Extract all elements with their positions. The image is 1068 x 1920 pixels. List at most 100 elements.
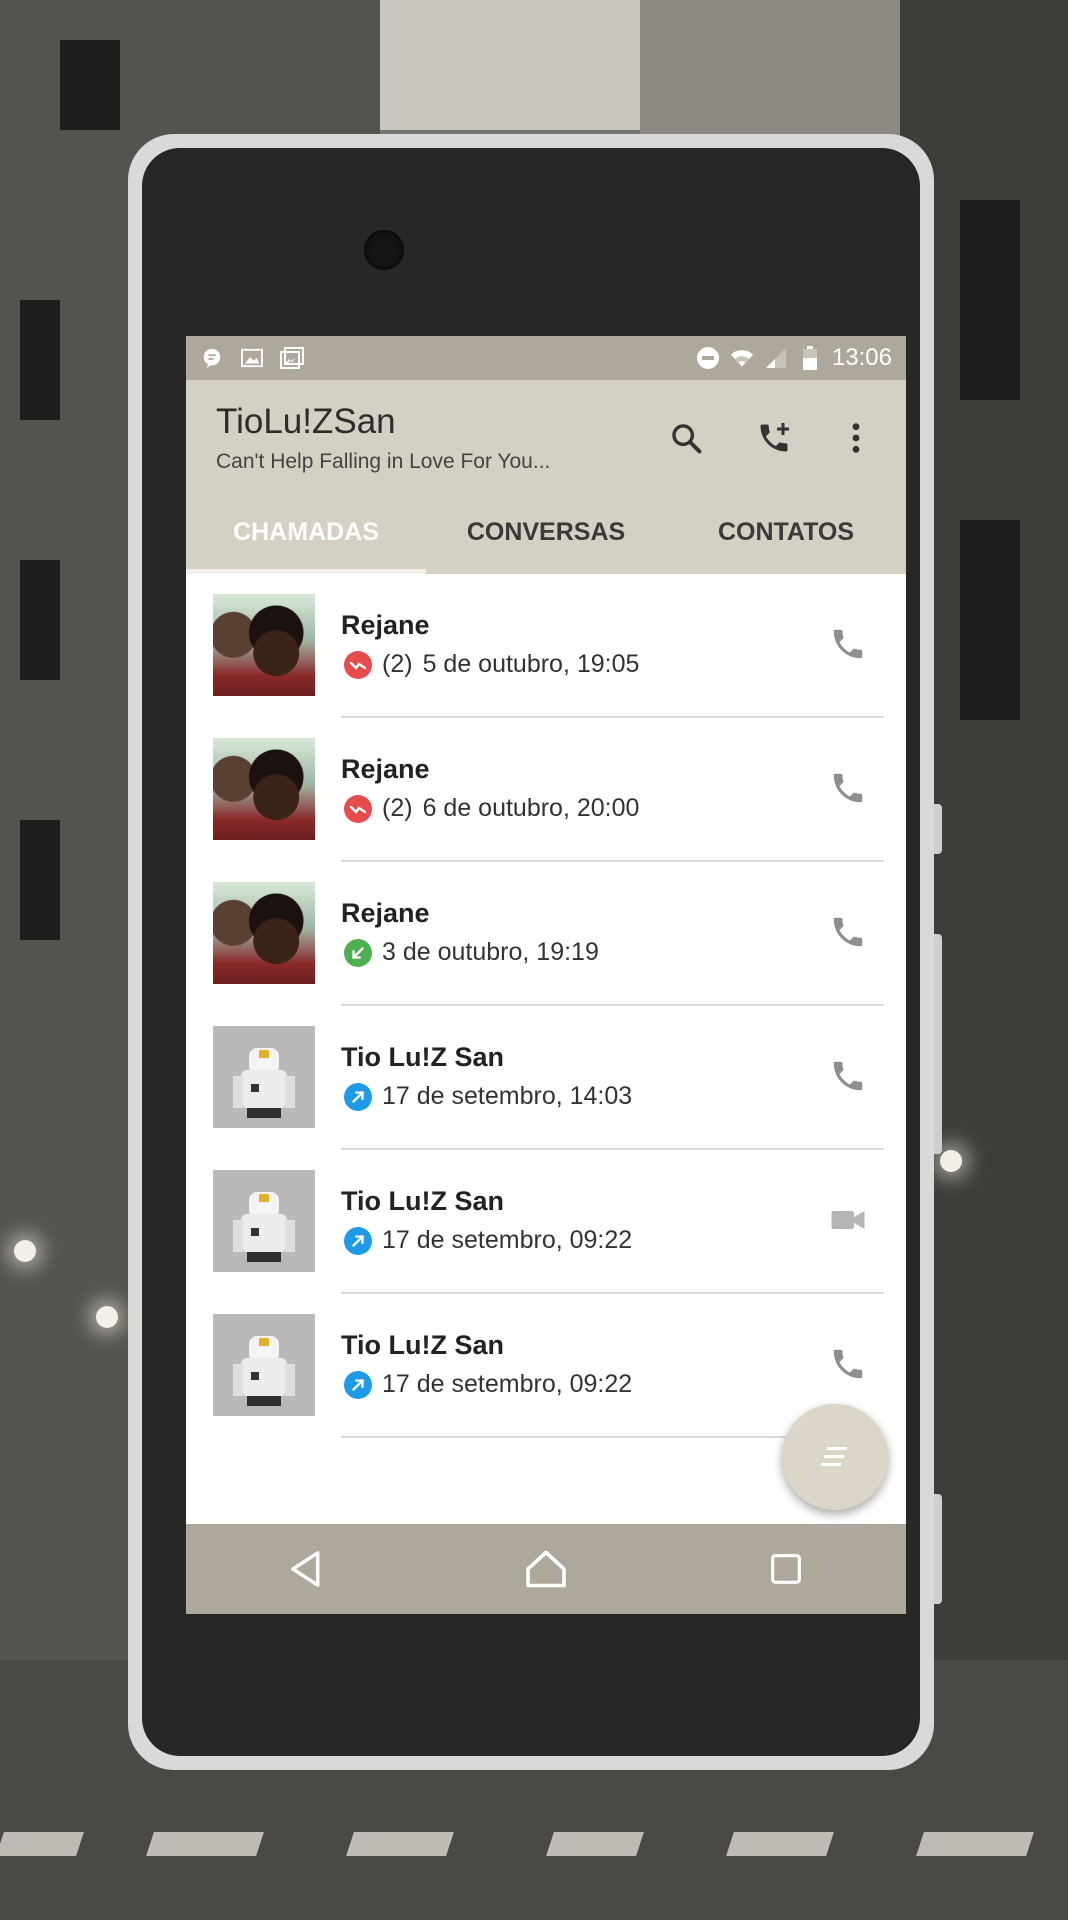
recents-button[interactable] xyxy=(746,1534,826,1604)
image-icon xyxy=(240,346,264,370)
front-camera xyxy=(364,230,404,270)
recents-icon xyxy=(771,1554,801,1584)
call-row[interactable]: Rejane (2) 6 de outubro, 20:00 xyxy=(186,718,906,862)
phone-frame: 13:06 TioLu!ZSan Can't Help Falling in L… xyxy=(128,134,942,1770)
tab-contatos[interactable]: CONTATOS xyxy=(666,490,906,574)
crosswalk-stripe xyxy=(0,1832,84,1856)
video-call-button[interactable] xyxy=(820,1192,876,1248)
dialpad-icon xyxy=(821,1447,847,1466)
avatar xyxy=(213,1314,315,1416)
call-meta: 17 de setembro, 14:03 xyxy=(344,1082,632,1111)
call-meta: 17 de setembro, 09:22 xyxy=(344,1226,632,1255)
call-back-button[interactable] xyxy=(820,1336,876,1392)
contact-name: Tio Lu!Z San xyxy=(341,1042,504,1072)
avatar xyxy=(213,738,315,840)
back-button[interactable] xyxy=(266,1534,346,1604)
add-call-icon xyxy=(760,423,789,452)
avatar-photo xyxy=(213,594,315,696)
navigation-bar xyxy=(186,1524,906,1614)
search-button[interactable] xyxy=(656,408,716,468)
missed-call-icon xyxy=(344,794,372,823)
back-icon xyxy=(291,1551,320,1587)
phone-icon xyxy=(833,773,863,803)
app-title: TioLu!ZSan xyxy=(216,402,396,441)
wifi-icon xyxy=(730,346,754,370)
street-light xyxy=(940,1150,962,1172)
add-call-button[interactable] xyxy=(744,408,804,468)
call-row[interactable]: Rejane 3 de outubro, 19:19 xyxy=(186,862,906,1006)
call-time: 5 de outubro, 19:05 xyxy=(422,650,640,678)
missed-call-icon xyxy=(344,650,372,679)
phone-icon xyxy=(833,1349,863,1379)
call-meta: 3 de outubro, 19:19 xyxy=(344,938,599,967)
avatar xyxy=(213,1170,315,1272)
phone-icon xyxy=(833,917,863,947)
call-row[interactable]: Tio Lu!Z San 17 de setembro, 09:22 xyxy=(186,1294,906,1438)
app-subtitle: Can't Help Falling in Love For You... xyxy=(216,450,551,473)
incoming-call-icon xyxy=(344,938,372,967)
avatar xyxy=(213,882,315,984)
camera-button xyxy=(934,1494,942,1604)
app-bar: TioLu!ZSan Can't Help Falling in Love Fo… xyxy=(186,380,906,574)
call-time: 6 de outubro, 20:00 xyxy=(422,794,640,822)
background-building-center xyxy=(640,0,900,140)
call-time: 17 de setembro, 09:22 xyxy=(382,1226,633,1254)
search-icon xyxy=(672,424,702,454)
call-row[interactable]: Tio Lu!Z San 17 de setembro, 09:22 xyxy=(186,1150,906,1294)
street-light xyxy=(14,1240,36,1262)
background-window xyxy=(20,560,60,680)
background-window xyxy=(960,520,1020,720)
home-icon xyxy=(526,1550,566,1588)
background-window xyxy=(20,300,60,420)
contact-name: Tio Lu!Z San xyxy=(341,1186,504,1216)
call-back-button[interactable] xyxy=(820,1048,876,1104)
call-back-button[interactable] xyxy=(820,904,876,960)
background-window xyxy=(60,40,120,130)
call-meta: (2) 5 de outubro, 19:05 xyxy=(344,650,639,679)
avatar xyxy=(213,594,315,696)
do-not-disturb-icon xyxy=(696,346,720,370)
videocam-icon xyxy=(831,1211,865,1229)
outgoing-call-icon xyxy=(344,1370,372,1399)
tab-bar: CHAMADAS CONVERSAS CONTATOS xyxy=(186,490,906,574)
call-back-button[interactable] xyxy=(820,760,876,816)
call-list: Rejane (2) 5 de outubro, 19:05 Rejane (2… xyxy=(186,574,906,1438)
contact-name: Rejane xyxy=(341,754,430,784)
status-time: 13:06 xyxy=(831,344,892,371)
chat-bubble-icon xyxy=(200,346,224,370)
call-row[interactable]: Rejane (2) 5 de outubro, 19:05 xyxy=(186,574,906,718)
more-vert-icon xyxy=(852,423,860,453)
tab-chamadas[interactable]: CHAMADAS xyxy=(186,490,426,574)
battery-icon xyxy=(798,346,822,370)
dialpad-fab[interactable] xyxy=(782,1404,888,1510)
crosswalk-stripe xyxy=(916,1832,1034,1856)
call-count: (2) xyxy=(382,794,413,822)
outgoing-call-icon xyxy=(344,1082,372,1111)
outgoing-call-icon xyxy=(344,1226,372,1255)
avatar-photo xyxy=(213,738,315,840)
signal-icon xyxy=(764,346,788,370)
crosswalk-stripe xyxy=(346,1832,454,1856)
call-row[interactable]: Tio Lu!Z San 17 de setembro, 14:03 xyxy=(186,1006,906,1150)
app-screen: 13:06 TioLu!ZSan Can't Help Falling in L… xyxy=(186,336,906,1614)
tab-conversas[interactable]: CONVERSAS xyxy=(426,490,666,574)
contact-name: Rejane xyxy=(341,898,430,928)
phone-icon xyxy=(833,1061,863,1091)
call-back-button[interactable] xyxy=(820,616,876,672)
call-count: (2) xyxy=(382,650,413,678)
volume-button xyxy=(934,804,942,854)
call-meta: 17 de setembro, 09:22 xyxy=(344,1370,632,1399)
home-button[interactable] xyxy=(506,1534,586,1604)
crosswalk-stripe xyxy=(546,1832,644,1856)
call-time: 3 de outubro, 19:19 xyxy=(382,938,599,966)
more-options-button[interactable] xyxy=(826,408,886,468)
contact-name: Rejane xyxy=(341,610,430,640)
avatar-robot xyxy=(213,1170,315,1272)
call-time: 17 de setembro, 14:03 xyxy=(382,1082,633,1110)
crosswalk-stripe xyxy=(146,1832,264,1856)
avatar xyxy=(213,1026,315,1128)
avatar-robot xyxy=(213,1026,315,1128)
background-window xyxy=(960,200,1020,400)
power-button xyxy=(934,934,942,1154)
background-window xyxy=(20,820,60,940)
